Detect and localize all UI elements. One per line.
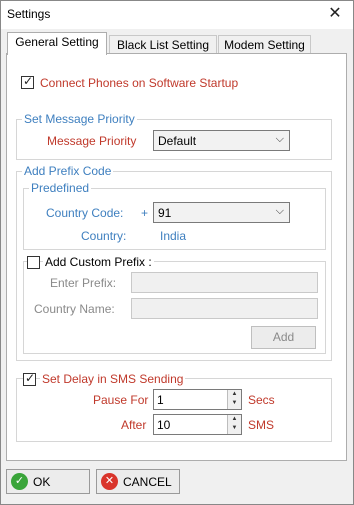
checkmark-circle-icon: ✓ — [11, 473, 28, 490]
enter-prefix-input[interactable] — [131, 272, 318, 293]
close-circle-icon: ✕ — [101, 473, 118, 490]
cancel-button[interactable]: ✕ CANCEL — [96, 469, 180, 494]
custom-prefix-checkbox[interactable] — [27, 256, 40, 269]
tab-modem-setting-label: Modem Setting — [224, 38, 305, 52]
tab-general-setting-label: General Setting — [15, 35, 99, 49]
checkmark-icon: ✓ — [23, 74, 34, 88]
sms-delay-checkbox[interactable]: ✓ — [23, 371, 36, 386]
tab-black-list-setting-label: Black List Setting — [116, 38, 210, 52]
tab-black-list-setting[interactable]: Black List Setting — [109, 35, 217, 55]
message-priority-group-title: Set Message Priority — [22, 112, 137, 126]
chevron-down-icon: ⌵ — [275, 133, 284, 145]
country-name-input[interactable] — [131, 298, 318, 319]
after-spinner[interactable]: 10 ▲ ▼ — [153, 414, 242, 435]
country-value: India — [160, 229, 187, 243]
after-label: After — [121, 418, 147, 432]
spinner-arrows[interactable]: ▲ ▼ — [227, 415, 241, 434]
predefined-group-title: Predefined — [29, 181, 92, 195]
custom-prefix-label: Add Custom Prefix : — [43, 255, 154, 269]
arrow-up-icon[interactable]: ▲ — [228, 390, 241, 399]
add-prefix-button-label: Add — [272, 330, 295, 344]
prefix-code-group-title: Add Prefix Code — [22, 164, 114, 178]
arrow-up-icon[interactable]: ▲ — [228, 415, 241, 424]
pause-for-label: Pause For — [93, 393, 149, 407]
country-code-select[interactable]: 91 ⌵ — [153, 202, 290, 223]
connect-phones-checkbox[interactable]: ✓ — [21, 74, 34, 89]
country-code-value: 91 — [158, 206, 172, 220]
spinner-arrows[interactable]: ▲ ▼ — [227, 390, 241, 409]
plus-sign: + — [141, 206, 149, 220]
settings-window: Settings ✕ General Setting Black List Se… — [0, 0, 354, 505]
connect-phones-label: Connect Phones on Software Startup — [40, 76, 239, 90]
chevron-down-icon: ⌵ — [275, 205, 284, 217]
window-title: Settings — [7, 7, 51, 21]
checkmark-icon: ✓ — [25, 371, 36, 385]
message-priority-select[interactable]: Default ⌵ — [153, 130, 290, 151]
pause-for-spinner[interactable]: 1 ▲ ▼ — [153, 389, 242, 410]
title-bar: Settings ✕ — [1, 1, 353, 29]
after-unit-label: SMS — [248, 418, 275, 432]
pause-for-value: 1 — [157, 393, 164, 407]
enter-prefix-label: Enter Prefix: — [50, 276, 117, 290]
after-value: 10 — [157, 418, 171, 432]
sms-delay-label: Set Delay in SMS Sending — [40, 372, 186, 386]
arrow-down-icon[interactable]: ▼ — [228, 399, 241, 408]
add-prefix-button[interactable]: Add — [251, 326, 316, 349]
pause-unit-label: Secs — [248, 393, 275, 407]
message-priority-value: Default — [158, 134, 197, 148]
close-button[interactable]: ✕ — [325, 4, 345, 24]
country-code-label: Country Code: — [46, 206, 124, 220]
ok-button[interactable]: ✓ OK — [6, 469, 90, 494]
tab-general-setting[interactable]: General Setting — [7, 32, 107, 55]
message-priority-label: Message Priority — [47, 134, 137, 148]
country-name-label: Country Name: — [34, 302, 115, 316]
ok-button-label: OK — [33, 475, 51, 489]
arrow-down-icon[interactable]: ▼ — [228, 424, 241, 433]
cancel-button-label: CANCEL — [123, 475, 172, 489]
tab-modem-setting[interactable]: Modem Setting — [218, 35, 311, 55]
country-label: Country: — [81, 229, 127, 243]
